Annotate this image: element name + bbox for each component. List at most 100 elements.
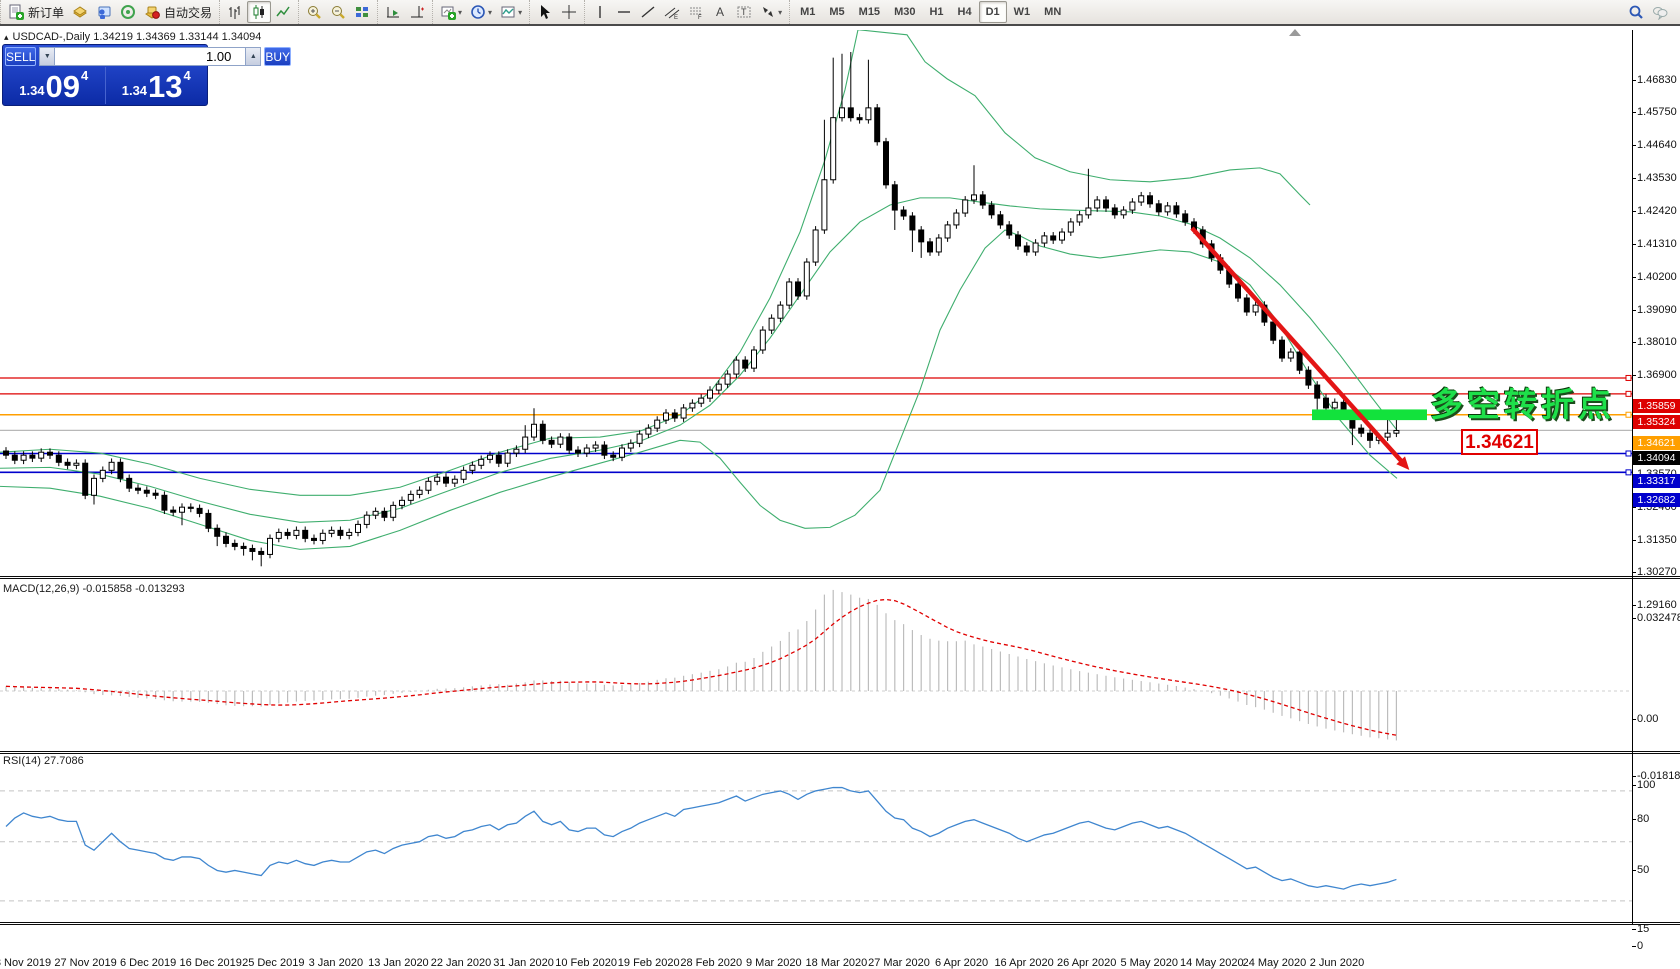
price-box-annotation[interactable]: 1.34621: [1461, 429, 1538, 455]
date-label[interactable]: 6 Dec 2019: [120, 957, 176, 969]
rsi-tick-15: 15: [1637, 923, 1649, 935]
candle-body: [505, 453, 510, 463]
toolbar-right-group: [1624, 1, 1680, 23]
panel-separator-macd[interactable]: [0, 576, 1680, 579]
date-label[interactable]: 16 Apr 2020: [994, 957, 1053, 969]
buy-price-display[interactable]: 1.34 13 4: [105, 67, 208, 104]
candle-body: [716, 384, 721, 390]
date-label[interactable]: 14 May 2020: [1180, 957, 1244, 969]
new-order-button[interactable]: 新订单: [4, 1, 68, 23]
templates-button[interactable]: ▾: [496, 1, 526, 23]
autotrade-button[interactable]: 自动交易: [140, 1, 216, 23]
date-label[interactable]: 16 Dec 2019: [180, 957, 242, 969]
sell-price-display[interactable]: 1.34 09 4: [3, 67, 105, 104]
date-label[interactable]: 27 Mar 2020: [868, 957, 930, 969]
trendline-button[interactable]: [636, 1, 660, 23]
new-chart-button[interactable]: ▾: [436, 1, 466, 23]
date-label[interactable]: 8 Nov 2019: [0, 957, 51, 969]
line-anchor-handle[interactable]: [1626, 470, 1631, 475]
cursor-button[interactable]: [533, 1, 557, 23]
date-label[interactable]: 25 Dec 2019: [242, 957, 304, 969]
candle-body: [1121, 210, 1126, 215]
chart-shift-marker[interactable]: [1289, 29, 1301, 36]
volume-increase-button[interactable]: ▲: [245, 47, 261, 66]
date-label[interactable]: 2 Jun 2020: [1310, 957, 1364, 969]
chart-window[interactable]: ▴USDCAD-,Daily 1.34219 1.34369 1.33144 1…: [0, 28, 1680, 944]
timeframe-m5-button[interactable]: M5: [822, 1, 851, 23]
green-rectangle-object[interactable]: [1312, 409, 1427, 420]
price-chart-canvas[interactable]: [0, 28, 1680, 944]
zoom-in-button[interactable]: [302, 1, 326, 23]
symbol-title: ▴USDCAD-,Daily 1.34219 1.34369 1.33144 1…: [4, 31, 261, 43]
date-label[interactable]: 6 Apr 2020: [935, 957, 988, 969]
timeframe-h4-button[interactable]: H4: [951, 1, 979, 23]
candle-body: [734, 360, 739, 374]
timeframe-mn-button[interactable]: MN: [1037, 1, 1068, 23]
date-label[interactable]: 31 Jan 2020: [493, 957, 554, 969]
main-price-panel[interactable]: [0, 30, 1632, 567]
metaeditor-button[interactable]: [92, 1, 116, 23]
date-label[interactable]: 13 Jan 2020: [368, 957, 429, 969]
arrows-button[interactable]: ▾: [756, 1, 786, 23]
text-label-button[interactable]: T: [732, 1, 756, 23]
date-label[interactable]: 19 Feb 2020: [618, 957, 680, 969]
tile-windows-icon: [354, 4, 370, 20]
signal-button[interactable]: [116, 1, 140, 23]
date-label[interactable]: 24 May 2020: [1243, 957, 1307, 969]
chat-button[interactable]: [1648, 1, 1672, 23]
text-button[interactable]: A: [708, 1, 732, 23]
line-anchor-handle[interactable]: [1626, 375, 1631, 380]
timeframe-m15-button[interactable]: M15: [852, 1, 887, 23]
collapse-arrow-icon[interactable]: ▴: [4, 32, 9, 42]
candle-body: [470, 465, 475, 470]
date-label[interactable]: 3 Jan 2020: [309, 957, 363, 969]
channel-button[interactable]: E: [660, 1, 684, 23]
volume-decrease-button[interactable]: ▼: [39, 47, 55, 66]
volume-input[interactable]: [55, 47, 245, 66]
timeframe-w1-button[interactable]: W1: [1007, 1, 1038, 23]
date-label[interactable]: 28 Feb 2020: [680, 957, 742, 969]
search-button[interactable]: [1624, 1, 1648, 23]
axis-tick-mark: [1632, 618, 1636, 619]
date-label[interactable]: 9 Mar 2020: [746, 957, 802, 969]
vertical-line-button[interactable]: [588, 1, 612, 23]
candle-body: [892, 185, 897, 210]
timeframe-m1-button[interactable]: M1: [793, 1, 822, 23]
turning-point-annotation[interactable]: 多空转折点: [1430, 378, 1615, 426]
line-anchor-handle[interactable]: [1626, 412, 1631, 417]
macd-panel[interactable]: [0, 590, 1632, 741]
zoom-out-button[interactable]: [326, 1, 350, 23]
profiles-button[interactable]: ▾: [466, 1, 496, 23]
horizontal-line-button[interactable]: [612, 1, 636, 23]
crosshair-button[interactable]: [557, 1, 581, 23]
auto-scroll-button[interactable]: [381, 1, 405, 23]
fibonacci-button[interactable]: F: [684, 1, 708, 23]
line-anchor-handle[interactable]: [1626, 391, 1631, 396]
date-label[interactable]: 22 Jan 2020: [431, 957, 492, 969]
line-chart-button[interactable]: [271, 1, 295, 23]
rsi-panel[interactable]: [0, 788, 1632, 901]
sell-button[interactable]: SELL: [5, 47, 36, 66]
candlestick-chart-button[interactable]: [247, 1, 271, 23]
bollinger-middle-band[interactable]: [0, 198, 1397, 522]
candle-body: [1288, 352, 1293, 358]
price-tick-1.4242: 1.42420: [1637, 205, 1677, 217]
bars-chart-button[interactable]: [223, 1, 247, 23]
timeframe-h1-button[interactable]: H1: [922, 1, 950, 23]
timeframe-m30-button[interactable]: M30: [887, 1, 922, 23]
gold-box-button[interactable]: [68, 1, 92, 23]
trend-arrow-line[interactable]: [1192, 228, 1404, 464]
panel-separator-rsi[interactable]: [0, 751, 1680, 754]
date-label[interactable]: 5 May 2020: [1121, 957, 1178, 969]
chart-shift-button[interactable]: [405, 1, 429, 23]
line-anchor-handle[interactable]: [1626, 451, 1631, 456]
buy-button[interactable]: BUY: [264, 47, 291, 66]
tile-windows-button[interactable]: [350, 1, 374, 23]
timeframe-d1-button[interactable]: D1: [979, 1, 1007, 23]
date-label[interactable]: 27 Nov 2019: [54, 957, 116, 969]
bollinger-lower-band[interactable]: [0, 230, 1397, 549]
date-label[interactable]: 10 Feb 2020: [555, 957, 617, 969]
date-label[interactable]: 26 Apr 2020: [1057, 957, 1116, 969]
candle-body: [681, 408, 686, 418]
date-label[interactable]: 18 Mar 2020: [806, 957, 868, 969]
